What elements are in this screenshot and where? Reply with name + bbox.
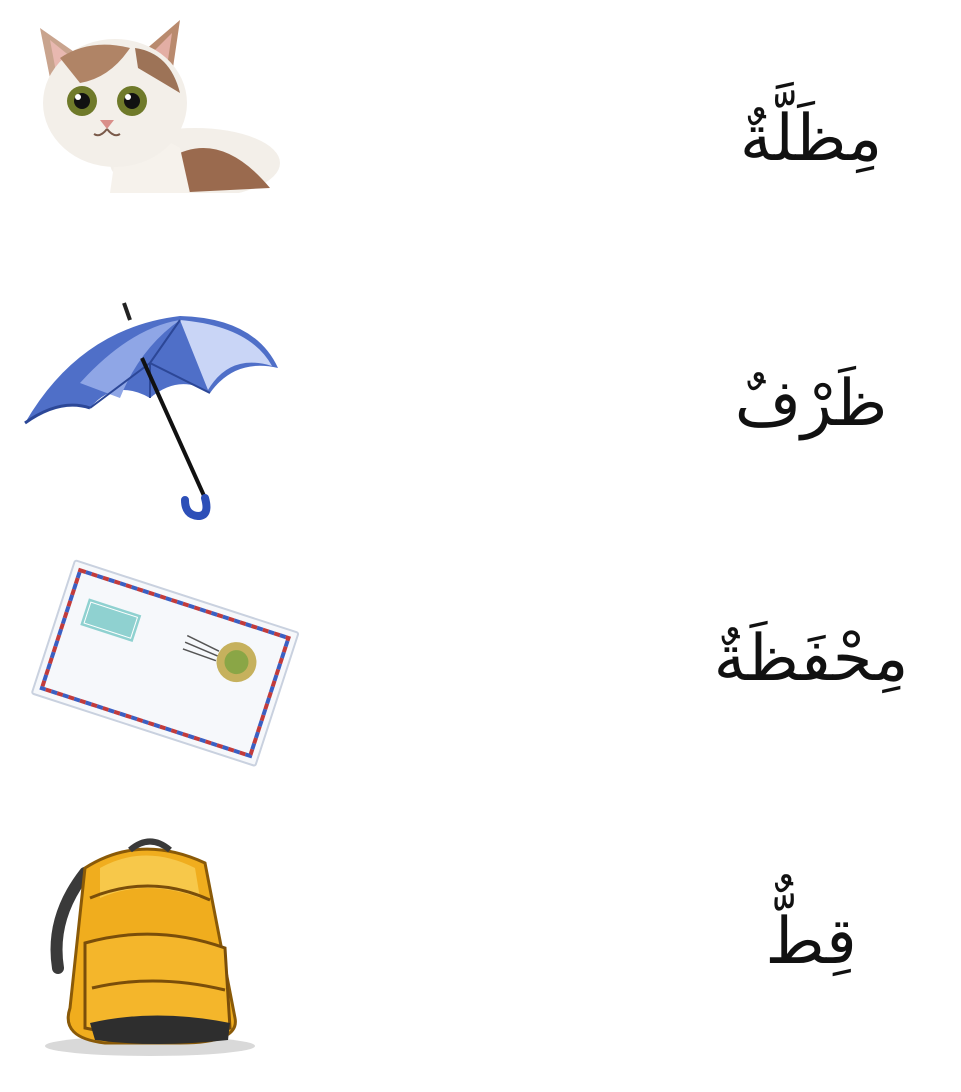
match-row-1: مِظَلَّةٌ <box>0 0 961 270</box>
match-row-3: مِحْفَظَةٌ <box>0 540 961 810</box>
backpack-icon[interactable] <box>30 828 260 1058</box>
kitten-icon[interactable] <box>20 8 280 193</box>
match-row-2: ظَرْفٌ <box>0 270 961 540</box>
arabic-word-2[interactable]: ظَرْفٌ <box>711 360 911 450</box>
match-row-4: قِطٌّ <box>0 818 961 1088</box>
arabic-word-1[interactable]: مِظَلَّةٌ <box>711 95 911 185</box>
umbrella-icon[interactable] <box>20 298 285 523</box>
arabic-word-3[interactable]: مِحْفَظَةٌ <box>711 615 911 705</box>
arabic-word-4[interactable]: قِطٌّ <box>711 898 911 988</box>
envelope-icon[interactable] <box>28 545 303 780</box>
